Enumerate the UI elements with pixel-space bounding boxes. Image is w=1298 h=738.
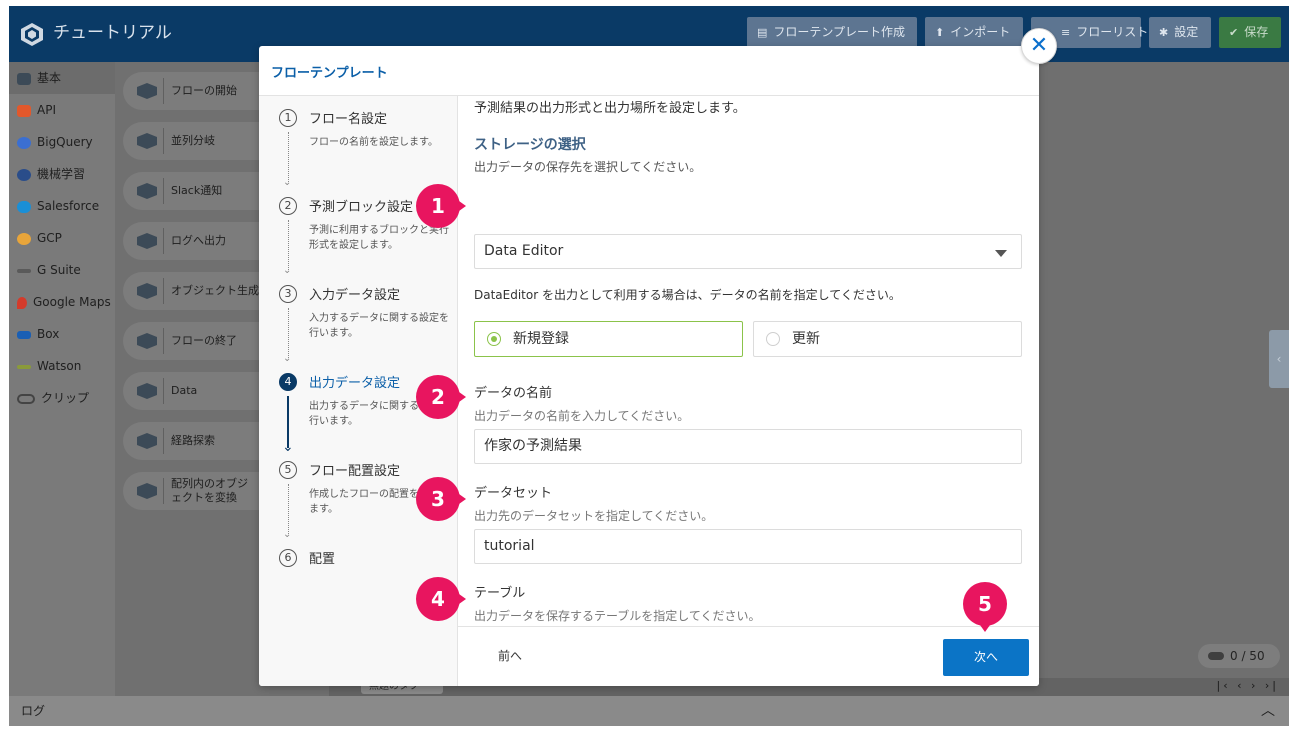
block-icon — [137, 433, 157, 449]
modal-title: フローテンプレート — [271, 66, 388, 81]
list-icon: ≡ — [1061, 26, 1071, 39]
toggle-icon — [1208, 652, 1224, 660]
storage-section-title: ストレージの選択 — [474, 137, 586, 153]
prev-button[interactable]: 前へ — [498, 647, 522, 664]
table-label: テーブル — [474, 586, 526, 601]
logo-icon — [17, 72, 31, 85]
dataeditor-help: DataEditor を出力として利用する場合は、データの名前を指定してください… — [474, 288, 901, 302]
step-connector — [288, 220, 289, 270]
import-button[interactable]: ⬆ インポート — [925, 17, 1023, 48]
radio-checked-icon — [487, 332, 501, 346]
gear-icon: ✱ — [1159, 26, 1169, 39]
bigquery-icon — [17, 136, 31, 149]
intro-text: 予測結果の出力形式と出力場所を設定します。 — [474, 101, 746, 116]
block-palette: フローの開始 並列分岐 Slack通知 ログへ出力 オブジェクト生成 フローの終… — [115, 62, 283, 696]
chevron-left-icon: ‹ — [1276, 352, 1282, 366]
callout-marker-3: 3 — [416, 477, 466, 521]
arrow-down-icon: ⌄ — [283, 177, 292, 188]
block-icon — [137, 83, 157, 99]
block-icon — [137, 383, 157, 399]
map-pin-icon — [17, 296, 27, 309]
modal-body: 予測結果の出力形式と出力場所を設定します。 ストレージの選択 出力データの保存先… — [458, 96, 1039, 626]
log-label: ログ — [21, 704, 46, 718]
block-icon — [137, 183, 157, 199]
check-circle-icon: ✔ — [1229, 26, 1239, 39]
sidebar-item-clip[interactable]: クリップ — [9, 382, 115, 414]
callout-marker-2: 2 — [416, 375, 466, 419]
document-icon: ▤ — [757, 26, 768, 39]
paperclip-icon — [17, 393, 35, 404]
storage-help: 出力データの保存先を選択してください。 — [474, 160, 702, 174]
modal-header: フローテンプレート — [259, 46, 1039, 96]
flow-template-modal: フローテンプレート 1 フロー名設定 フローの名前を設定します。 ⌄ 2 予測ブ… — [259, 46, 1039, 686]
block-count: 0 / 50 — [1198, 644, 1280, 668]
brain-icon — [17, 168, 31, 181]
dataset-input[interactable]: tutorial — [474, 529, 1022, 564]
cloud-icon — [17, 200, 31, 213]
block-icon — [137, 233, 157, 249]
step-connector — [288, 132, 289, 182]
data-name-label: データの名前 — [474, 386, 553, 401]
upload-icon: ⬆ — [935, 26, 945, 39]
sidebar-item-gsuite[interactable]: G Suite — [9, 254, 115, 286]
sidebar-item-ml[interactable]: 機械学習 — [9, 158, 115, 190]
sidebar-item-google-maps[interactable]: Google Maps — [9, 286, 115, 318]
gsuite-icon — [17, 268, 31, 273]
log-panel[interactable]: ログ ︿ — [9, 696, 1289, 726]
sidebar-item-salesforce[interactable]: Salesforce — [9, 190, 115, 222]
dataset-help: 出力先のデータセットを指定してください。 — [474, 509, 714, 523]
box-icon — [17, 330, 31, 339]
close-icon: ✕ — [1029, 33, 1049, 58]
callout-marker-5: 5 — [963, 582, 1007, 632]
next-button[interactable]: 次へ — [943, 639, 1029, 676]
sidebar-item-bigquery[interactable]: BigQuery — [9, 126, 115, 158]
radio-unchecked-icon — [766, 332, 780, 346]
step-connector — [288, 308, 289, 358]
save-button[interactable]: ✔ 保存 — [1219, 17, 1281, 48]
app-title: チュートリアル — [53, 23, 172, 43]
step-connector — [288, 484, 289, 534]
data-name-input[interactable]: 作家の予測結果 — [474, 429, 1022, 464]
watson-icon — [17, 364, 31, 369]
api-icon — [17, 104, 31, 117]
close-modal-button[interactable]: ✕ — [1021, 28, 1057, 64]
sidebar-item-gcp[interactable]: GCP — [9, 222, 115, 254]
callout-marker-1: 1 — [416, 184, 466, 228]
arrow-down-icon: ⌄ — [283, 265, 292, 276]
app-logo-icon — [21, 23, 43, 46]
flow-template-button[interactable]: ▤ フローテンプレート作成 — [747, 17, 917, 48]
pagination-icons[interactable]: |‹ ‹ › ›| — [1217, 679, 1280, 692]
block-icon — [137, 483, 157, 499]
modal-footer: 前へ 次へ — [458, 626, 1039, 686]
block-icon — [137, 283, 157, 299]
right-panel-handle[interactable]: ‹ — [1269, 330, 1289, 388]
chevron-up-icon[interactable]: ︿ — [1261, 700, 1275, 720]
table-help: 出力データを保存するテーブルを指定してください。 — [474, 609, 761, 623]
arrow-down-icon: ⌄ — [282, 439, 294, 455]
data-name-help: 出力データの名前を入力してください。 — [474, 409, 690, 423]
arrow-down-icon: ⌄ — [283, 529, 292, 540]
block-icon — [137, 333, 157, 349]
settings-button[interactable]: ✱ 設定 — [1149, 17, 1211, 48]
sidebar-item-api[interactable]: API — [9, 94, 115, 126]
block-icon — [137, 133, 157, 149]
caret-down-icon — [995, 250, 1007, 257]
callout-marker-4: 4 — [416, 577, 466, 621]
arrow-down-icon: ⌄ — [283, 353, 292, 364]
sidebar-item-box[interactable]: Box — [9, 318, 115, 350]
gcp-icon — [17, 232, 31, 245]
storage-select[interactable]: Data Editor — [474, 234, 1022, 269]
sidebar-item-basic[interactable]: 基本 — [9, 62, 115, 94]
radio-new-register[interactable]: 新規登録 — [474, 321, 743, 357]
category-sidebar: 基本 API BigQuery 機械学習 Salesforce GCP G Su… — [9, 62, 115, 696]
sidebar-item-watson[interactable]: Watson — [9, 350, 115, 382]
radio-update[interactable]: 更新 — [753, 321, 1022, 357]
dataset-label: データセット — [474, 486, 553, 501]
